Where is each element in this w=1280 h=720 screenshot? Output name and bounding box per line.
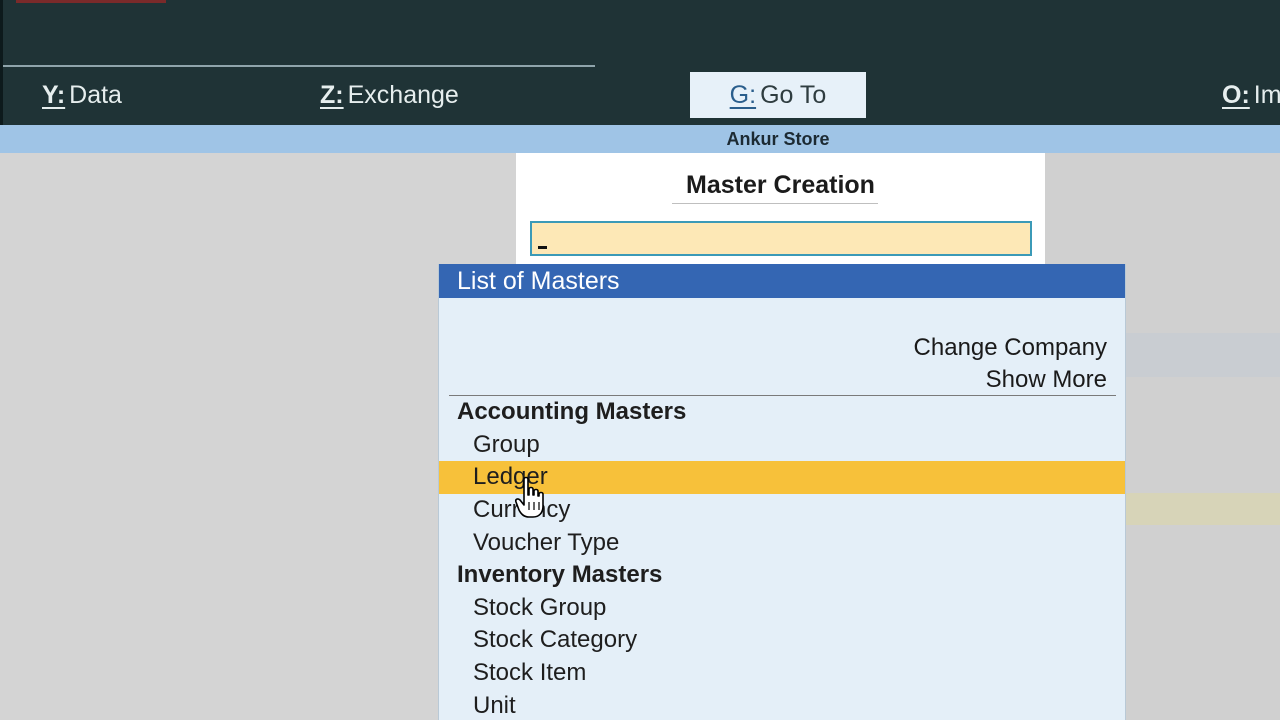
master-creation-panel: Master Creation bbox=[516, 153, 1045, 265]
menu-import-label: Im bbox=[1253, 80, 1280, 109]
group-heading-accounting: Accounting Masters bbox=[457, 398, 687, 426]
menu-data-label: Data bbox=[69, 80, 122, 109]
menu-import-button[interactable]: O: Im bbox=[1222, 72, 1280, 118]
menu-goto-shortcut: G: bbox=[729, 80, 757, 109]
masters-list: Accounting Masters Group Ledger Currency… bbox=[439, 396, 1125, 720]
text-cursor bbox=[538, 246, 547, 249]
master-creation-input[interactable] bbox=[530, 221, 1032, 256]
menu-import-shortcut: O: bbox=[1222, 80, 1250, 109]
menu-exchange-label: Exchange bbox=[347, 80, 459, 109]
menu-exchange-shortcut: Z: bbox=[320, 80, 344, 109]
list-of-masters-header: List of Masters bbox=[439, 264, 1125, 298]
title-underline bbox=[672, 203, 878, 204]
company-name: Ankur Store bbox=[726, 128, 830, 149]
background-block bbox=[1125, 333, 1280, 377]
window-accent bbox=[16, 0, 166, 3]
list-item-stock-group[interactable]: Stock Group bbox=[439, 592, 1125, 625]
top-menu-bar: Y: Data Z: Exchange G: Go To O: Im bbox=[0, 0, 1280, 125]
menu-exchange-button[interactable]: Z: Exchange bbox=[320, 72, 459, 118]
show-more-option[interactable]: Show More bbox=[986, 366, 1107, 394]
background-block bbox=[1125, 493, 1280, 525]
list-item-stock-item[interactable]: Stock Item bbox=[439, 657, 1125, 690]
change-company-option[interactable]: Change Company bbox=[914, 334, 1107, 362]
list-item-voucher-type[interactable]: Voucher Type bbox=[439, 526, 1125, 559]
list-item-group[interactable]: Group bbox=[439, 429, 1125, 462]
window-edge bbox=[0, 0, 3, 125]
menu-data-shortcut: Y: bbox=[42, 80, 66, 109]
menu-data-button[interactable]: Y: Data bbox=[42, 72, 122, 118]
list-item-stock-category[interactable]: Stock Category bbox=[439, 624, 1125, 657]
menu-goto-button[interactable]: G: Go To bbox=[690, 72, 866, 118]
list-item-unit[interactable]: Unit bbox=[439, 689, 1125, 720]
company-title-bar: Ankur Store bbox=[0, 125, 1280, 153]
menu-goto-label: Go To bbox=[760, 80, 827, 109]
group-heading-inventory: Inventory Masters bbox=[457, 561, 663, 589]
hand-pointer-icon bbox=[515, 476, 544, 518]
master-creation-title: Master Creation bbox=[686, 171, 875, 199]
menu-divider bbox=[3, 65, 595, 67]
